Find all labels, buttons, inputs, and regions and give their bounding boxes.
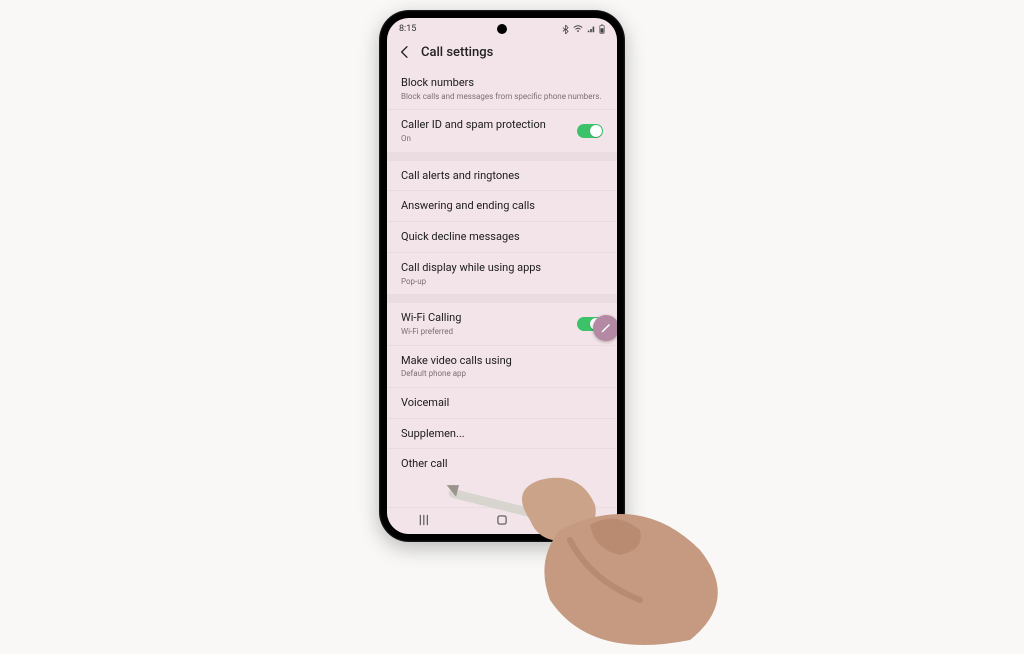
android-nav-bar	[387, 507, 617, 534]
item-label: Answering and ending calls	[401, 199, 603, 213]
item-quick-decline[interactable]: Quick decline messages	[387, 222, 617, 253]
page-title: Call settings	[421, 45, 493, 60]
phone-screen: 8:15 Call settings	[387, 18, 617, 534]
nav-back-button[interactable]	[572, 512, 586, 531]
settings-scroll-region[interactable]: Block numbers Block calls and messages f…	[387, 68, 617, 534]
status-time: 8:15	[399, 24, 416, 34]
battery-icon	[599, 24, 605, 34]
item-call-alerts[interactable]: Call alerts and ringtones	[387, 161, 617, 192]
item-label: Supplemen...	[401, 427, 603, 441]
camera-punch-hole	[497, 24, 507, 34]
item-sub: Pop-up	[401, 277, 603, 287]
header: Call settings	[387, 36, 617, 70]
item-wifi-calling[interactable]: Wi-Fi Calling Wi-Fi preferred	[387, 303, 617, 345]
nav-recent-button[interactable]	[418, 512, 432, 531]
item-sub: Wi-Fi preferred	[401, 327, 569, 337]
wifi-icon	[573, 25, 583, 33]
settings-list: Block numbers Block calls and messages f…	[387, 68, 617, 479]
back-button[interactable]	[397, 44, 413, 60]
group-divider	[387, 295, 617, 303]
item-label: Call alerts and ringtones	[401, 169, 603, 183]
signal-icon	[587, 25, 595, 33]
status-icons	[562, 24, 605, 34]
bluetooth-icon	[562, 25, 569, 34]
item-sub: Block calls and messages from specific p…	[401, 92, 603, 102]
item-supplementary[interactable]: Supplemen...	[387, 419, 617, 450]
item-label: Call display while using apps	[401, 261, 603, 275]
item-other-call[interactable]: Other call	[387, 449, 617, 479]
item-caller-id-spam[interactable]: Caller ID and spam protection On	[387, 110, 617, 152]
phone-device-frame: 8:15 Call settings	[379, 10, 625, 542]
item-call-display[interactable]: Call display while using apps Pop-up	[387, 253, 617, 295]
item-label: Other call	[401, 457, 603, 471]
item-label: Block numbers	[401, 76, 603, 90]
item-label: Caller ID and spam protection	[401, 118, 569, 132]
item-label: Make video calls using	[401, 354, 603, 368]
item-answering-ending[interactable]: Answering and ending calls	[387, 191, 617, 222]
pencil-icon	[600, 319, 612, 338]
item-sub: Default phone app	[401, 369, 603, 379]
item-voicemail[interactable]: Voicemail	[387, 388, 617, 419]
item-sub: On	[401, 134, 569, 144]
caller-id-toggle[interactable]	[577, 124, 603, 138]
item-label: Quick decline messages	[401, 230, 603, 244]
edit-fab[interactable]	[593, 315, 617, 341]
item-label: Voicemail	[401, 396, 603, 410]
item-block-numbers[interactable]: Block numbers Block calls and messages f…	[387, 68, 617, 110]
nav-home-button[interactable]	[495, 512, 509, 531]
item-video-calls[interactable]: Make video calls using Default phone app	[387, 346, 617, 388]
item-label: Wi-Fi Calling	[401, 311, 569, 325]
group-divider	[387, 153, 617, 161]
